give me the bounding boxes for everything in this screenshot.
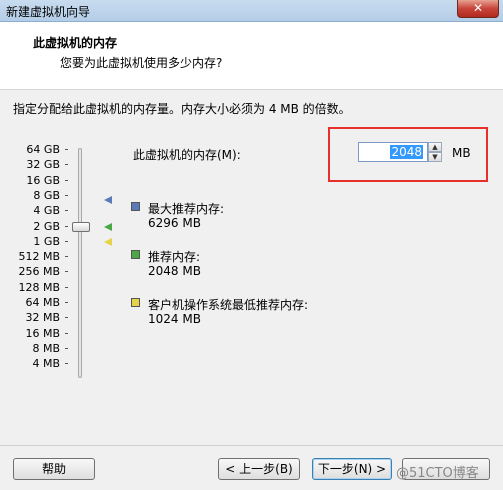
scale-tick: [65, 225, 68, 227]
back-button[interactable]: < 上一步(B): [218, 458, 300, 480]
scale-label: 64 MB: [25, 296, 60, 309]
legend-max-value: 6296 MB: [148, 216, 201, 230]
close-icon: ✕: [472, 1, 484, 15]
page-subtitle: 您要为此虚拟机使用多少内存?: [60, 56, 223, 70]
legend-minimum-title: 客户机操作系统最低推荐内存:: [148, 298, 309, 312]
wizard-header: 此虚拟机的内存 您要为此虚拟机使用多少内存?: [0, 22, 503, 90]
scale-label: 2 GB: [33, 219, 60, 233]
scale-tick: [65, 347, 68, 349]
scale-tick: [65, 271, 68, 273]
close-button[interactable]: ✕: [457, 0, 499, 18]
memory-slider-thumb[interactable]: [72, 222, 90, 232]
help-button[interactable]: 帮助: [13, 458, 95, 480]
scale-label: 512 MB: [18, 250, 60, 264]
scale-label: 4 GB: [33, 204, 60, 218]
scale-tick: [65, 302, 68, 303]
scale-label: 128 MB: [18, 280, 60, 294]
scale-tick: [65, 210, 68, 212]
scale-label: 4 MB: [32, 357, 60, 371]
scale-tick: [65, 332, 68, 334]
scale-label: 8 MB: [32, 341, 60, 355]
minimum-marker-icon: [104, 238, 112, 246]
legend-max-title: 最大推荐内存:: [148, 202, 225, 216]
scale-label: 16 GB: [26, 173, 60, 187]
title-bar: 新建虚拟机向导 ✕: [0, 0, 503, 22]
max-recommended-marker-icon: [104, 196, 112, 204]
scale-label: 32 GB: [26, 158, 60, 172]
memory-unit: MB: [452, 146, 471, 160]
scale-tick: [65, 194, 68, 196]
page-title: 此虚拟机的内存: [33, 36, 118, 50]
scale-tick: [65, 164, 68, 166]
scale-tick: [65, 363, 68, 365]
scale-label: 16 MB: [25, 326, 60, 340]
green-square-icon: [131, 250, 140, 259]
spin-down-icon[interactable]: ▼: [428, 152, 442, 162]
next-button[interactable]: 下一步(N) >: [312, 458, 392, 480]
blue-square-icon: [131, 202, 140, 211]
spin-up-icon[interactable]: ▲: [428, 142, 442, 152]
memory-spinner[interactable]: ▲ ▼: [428, 142, 442, 162]
watermark: @51CTO博客: [396, 466, 479, 481]
recommended-marker-icon: [104, 223, 112, 231]
scale-label: 256 MB: [18, 265, 60, 279]
memory-label: 此虚拟机的内存(M):: [133, 148, 241, 162]
memory-slider-track[interactable]: [78, 148, 82, 378]
scale-label: 1 GB: [33, 234, 60, 248]
footer-divider: [0, 445, 503, 446]
legend-recommended-value: 2048 MB: [148, 264, 201, 278]
scale-tick: [65, 240, 68, 242]
scale-label: 64 GB: [26, 143, 60, 156]
window-title: 新建虚拟机向导: [6, 5, 91, 19]
scale-label: 32 MB: [25, 311, 60, 325]
yellow-square-icon: [131, 298, 140, 307]
memory-input[interactable]: 2048: [358, 142, 428, 162]
legend-recommended-title: 推荐内存:: [148, 250, 201, 264]
scale-tick: [65, 317, 68, 319]
scale-tick: [65, 286, 68, 288]
scale-tick: [65, 149, 68, 150]
scale-tick: [65, 179, 68, 181]
scale-label: 8 GB: [33, 188, 60, 202]
scale-tick: [65, 256, 68, 258]
memory-value[interactable]: 2048: [390, 145, 423, 159]
instruction-text: 指定分配给此虚拟机的内存量。内存大小必须为 4 MB 的倍数。: [13, 102, 351, 116]
legend-minimum-value: 1024 MB: [148, 312, 201, 326]
